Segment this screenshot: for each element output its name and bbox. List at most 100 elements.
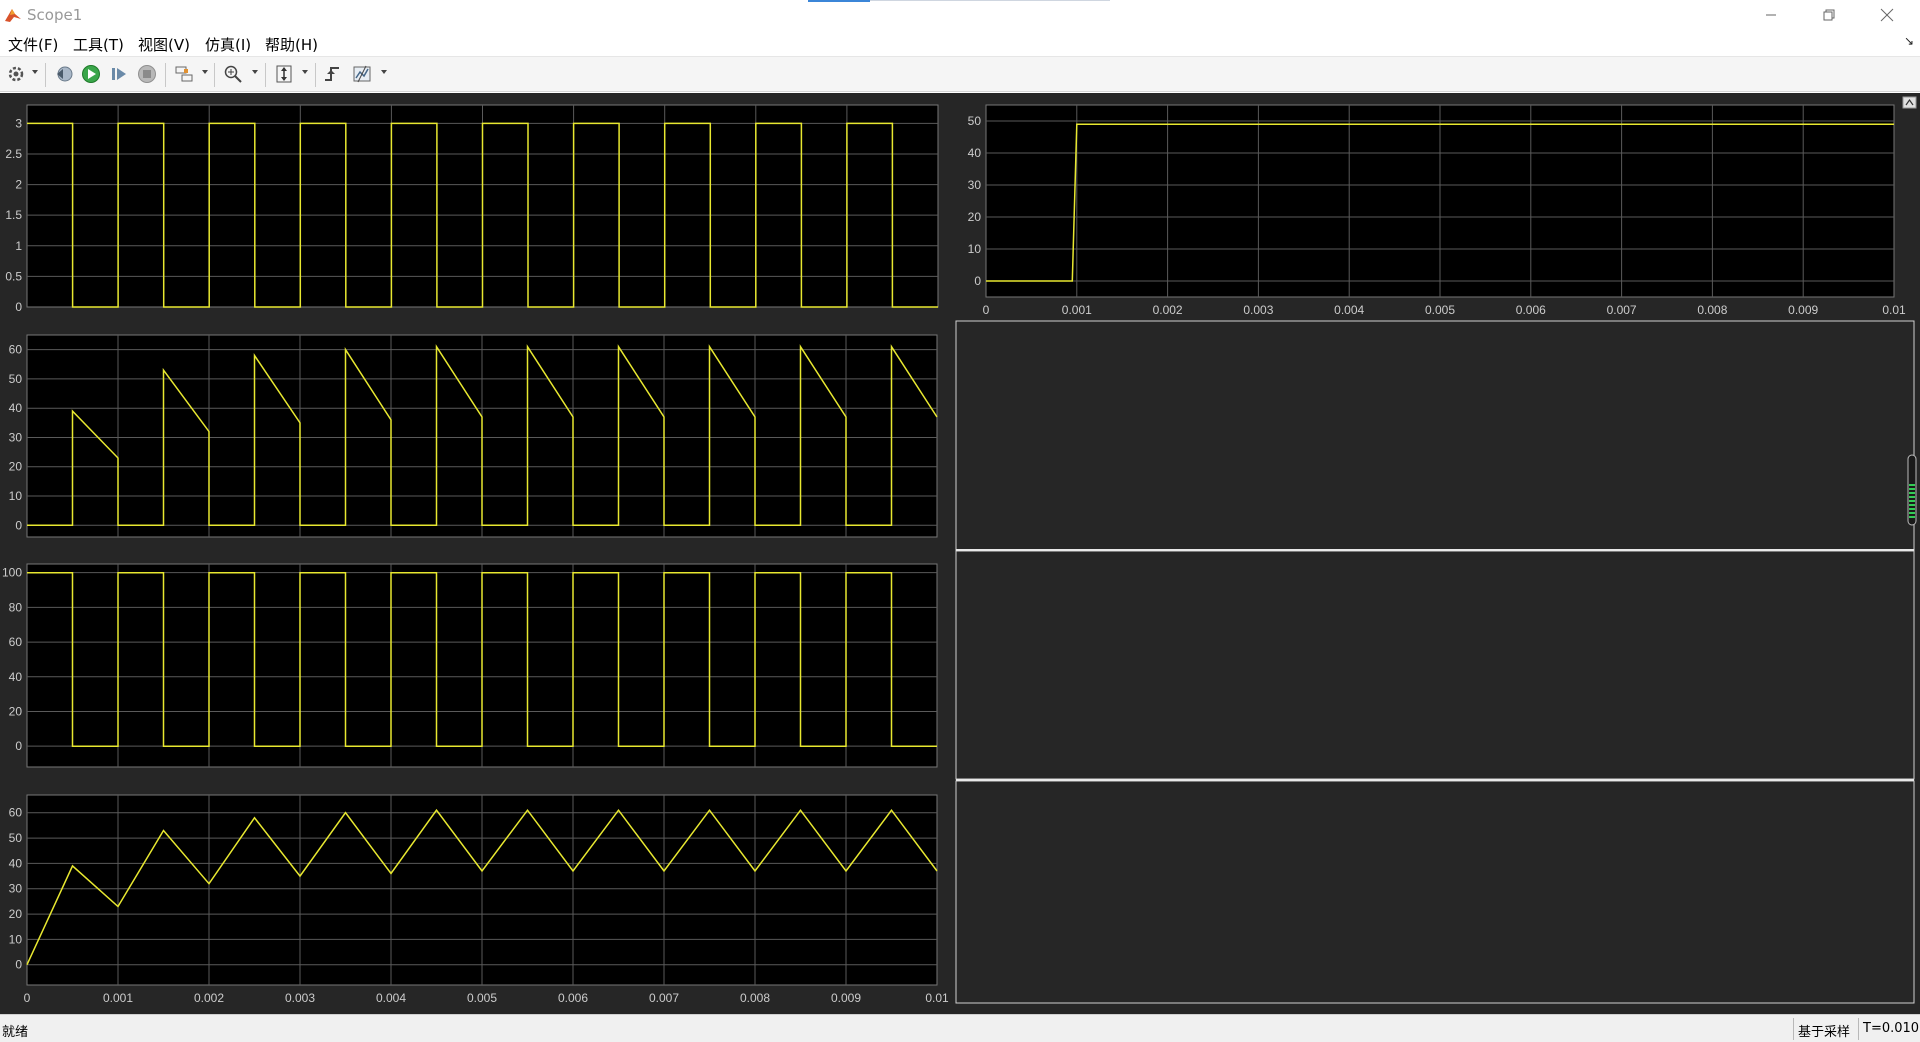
scope-figure: 0 0.5 1 1.5 2 2.5 3 0 10 20 30 40 50 60 0 20 40 60 80 100 0 0… bbox=[0, 93, 1920, 1014]
title-bar: Scope1 bbox=[0, 0, 1920, 30]
x-tick-label: 0.006 bbox=[1516, 303, 1546, 317]
x-tick-label: 0 bbox=[983, 303, 990, 317]
signal-trace-3 bbox=[27, 571, 937, 747]
highlight-dropdown-arrow[interactable] bbox=[202, 70, 208, 74]
y-tick-label: 40 bbox=[968, 146, 982, 160]
x-tick-label: 0.007 bbox=[1607, 303, 1637, 317]
measure-dropdown-arrow[interactable] bbox=[381, 70, 387, 74]
y-tick-label: 30 bbox=[9, 882, 23, 896]
restore-button[interactable] bbox=[1800, 0, 1858, 30]
y-tick-label: 40 bbox=[9, 856, 23, 870]
x-tick-label: 0.001 bbox=[103, 991, 133, 1005]
y-tick-label: 40 bbox=[9, 401, 23, 415]
toolbar-separator bbox=[165, 63, 166, 87]
stop-button[interactable] bbox=[136, 63, 158, 85]
x-tick-label: 0.008 bbox=[1697, 303, 1727, 317]
x-tick-label: 0.004 bbox=[1334, 303, 1364, 317]
autoscale-dropdown-arrow[interactable] bbox=[302, 70, 308, 74]
x-tick-label: 0.007 bbox=[649, 991, 679, 1005]
signal-trace-1 bbox=[27, 122, 938, 308]
y-tick-label: 3 bbox=[15, 116, 22, 130]
y-tick-label: 20 bbox=[9, 460, 23, 474]
menu-simulation[interactable]: 仿真(I) bbox=[205, 34, 251, 55]
y-tick-label: 60 bbox=[9, 343, 23, 357]
y-tick-label: 1.5 bbox=[5, 208, 22, 222]
y-tick-label: 0 bbox=[15, 958, 22, 972]
toolbar-separator bbox=[214, 63, 215, 87]
x-tick-label: 0.002 bbox=[194, 991, 224, 1005]
empty-display-panel-4 bbox=[955, 780, 1915, 1004]
x-tick-label: 0.009 bbox=[1788, 303, 1818, 317]
y-tick-label: 50 bbox=[968, 114, 982, 128]
settings-button[interactable] bbox=[6, 63, 26, 85]
cursor-measure-icon bbox=[353, 65, 371, 83]
close-icon bbox=[1880, 8, 1894, 22]
x-tick-label: 0.004 bbox=[376, 991, 406, 1005]
x-tick-label: 0.001 bbox=[1062, 303, 1092, 317]
y-tick-label: 60 bbox=[9, 806, 23, 820]
zoom-button[interactable] bbox=[222, 63, 244, 85]
simulation-time: T=0.010 bbox=[1858, 1018, 1920, 1040]
y-tick-label: 2 bbox=[15, 178, 22, 192]
y-tick-label: 30 bbox=[9, 430, 23, 444]
menu-help[interactable]: 帮助(H) bbox=[265, 34, 318, 55]
menu-view[interactable]: 视图(V) bbox=[138, 34, 190, 55]
step-forward-button[interactable] bbox=[108, 63, 130, 85]
settings-dropdown-arrow[interactable] bbox=[32, 70, 38, 74]
highlight-button[interactable] bbox=[173, 63, 195, 85]
x-tick-label: 0.003 bbox=[285, 991, 315, 1005]
y-tick-label: 10 bbox=[9, 489, 23, 503]
autoscale-icon bbox=[276, 65, 292, 83]
x-tick-label: 0 bbox=[24, 991, 31, 1005]
toolbar-separator bbox=[315, 63, 316, 87]
step-back-button[interactable] bbox=[53, 63, 75, 85]
sample-mode: 基于采样 bbox=[1793, 1018, 1858, 1040]
x-tick-label: 0.005 bbox=[1425, 303, 1455, 317]
x-tick-label: 0.003 bbox=[1243, 303, 1273, 317]
x-tick-label: 0.002 bbox=[1153, 303, 1183, 317]
y-tick-label: 0 bbox=[15, 739, 22, 753]
settings-icon bbox=[8, 66, 24, 82]
y-tick-label: 80 bbox=[9, 600, 23, 614]
run-icon bbox=[82, 65, 100, 83]
title-accent-line bbox=[870, 0, 1110, 1]
x-tick-label: 0.01 bbox=[1882, 303, 1906, 317]
y-tick-label: 50 bbox=[9, 831, 23, 845]
y-tick-label: 1 bbox=[15, 239, 22, 253]
y-tick-label: 20 bbox=[9, 907, 23, 921]
x-tick-label: 0.005 bbox=[467, 991, 497, 1005]
triggers-button[interactable] bbox=[322, 63, 344, 85]
x-tick-label: 0.006 bbox=[558, 991, 588, 1005]
y-tick-label: 50 bbox=[9, 372, 23, 386]
status-text: 就绪 bbox=[2, 1025, 29, 1040]
zoom-dropdown-arrow[interactable] bbox=[252, 70, 258, 74]
y-tick-label: 0 bbox=[15, 300, 22, 314]
y-tick-label: 0.5 bbox=[5, 269, 22, 283]
triggers-icon bbox=[325, 67, 339, 81]
y-tick-label: 10 bbox=[9, 932, 23, 946]
menu-tools[interactable]: 工具(T) bbox=[73, 34, 124, 55]
maximize-axes-icon bbox=[1902, 96, 1917, 109]
step-forward-icon bbox=[112, 68, 126, 80]
empty-display-panel-3 bbox=[955, 550, 1915, 780]
autoscale-button[interactable] bbox=[273, 63, 295, 85]
y-tick-label: 40 bbox=[9, 670, 23, 684]
status-bar: 就绪 基于采样 T=0.010 bbox=[0, 1014, 1920, 1042]
y-tick-label: 0 bbox=[15, 518, 22, 532]
cursor-measure-button[interactable] bbox=[351, 63, 373, 85]
y-tick-label: 60 bbox=[9, 635, 23, 649]
run-button[interactable] bbox=[80, 63, 102, 85]
menu-file[interactable]: 文件(F) bbox=[8, 34, 58, 55]
x-tick-label: 0.009 bbox=[831, 991, 861, 1005]
zoom-icon bbox=[224, 65, 242, 83]
x-tick-label: 0.01 bbox=[925, 991, 949, 1005]
y-tick-label: 20 bbox=[968, 210, 982, 224]
close-button[interactable] bbox=[1858, 0, 1916, 30]
scope-axes-canvas: 00.511.522.5301020304050600204060801000 0… bbox=[2, 96, 1917, 1005]
title-accent bbox=[808, 0, 870, 2]
minimize-button[interactable] bbox=[1742, 0, 1800, 30]
x-tick-label: 0.008 bbox=[740, 991, 770, 1005]
undock-icon[interactable]: ↘ bbox=[1904, 34, 1914, 48]
y-tick-label: 0 bbox=[974, 274, 981, 288]
highlight-icon bbox=[175, 66, 193, 82]
